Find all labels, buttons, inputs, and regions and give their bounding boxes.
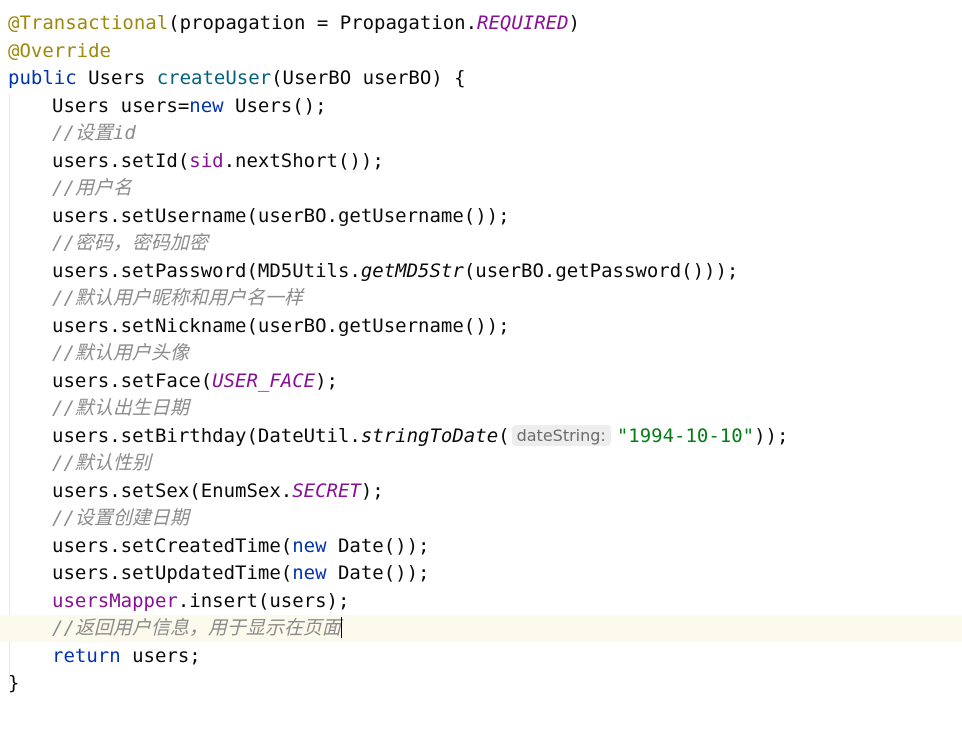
- text-caret: [340, 617, 343, 638]
- code-line-6: users.setId(sid.nextShort());: [0, 148, 962, 175]
- static-method-token: getMD5Str: [360, 259, 464, 282]
- comment-token: //用户名: [52, 177, 132, 199]
- static-method-token: stringToDate: [360, 424, 499, 447]
- code-line-16: users.setBirthday(DateUtil.stringToDate(…: [0, 423, 962, 450]
- code-text: users.setUsername(userBO.getUsername());: [52, 204, 510, 227]
- constant-token: USER_FACE: [212, 369, 316, 392]
- code-line-7: //用户名: [0, 175, 962, 202]
- code-text: );: [360, 479, 384, 502]
- current-line-highlight: //返回用户信息，用于显示在页面: [0, 615, 962, 643]
- code-text: users.setCreatedTime(: [52, 534, 293, 557]
- code-text: .nextShort());: [223, 149, 384, 172]
- code-line-5: //设置id: [0, 120, 962, 147]
- code-line-17: //默认性别: [0, 450, 962, 477]
- keyword-token: return: [52, 644, 121, 667]
- code-text: (UserBO userBO) {: [271, 67, 466, 89]
- method-name-token: createUser: [156, 67, 272, 89]
- keyword-token: new: [292, 562, 327, 584]
- code-line-10: users.setPassword(MD5Utils.getMD5Str(use…: [0, 258, 962, 285]
- closing-brace: }: [8, 672, 20, 694]
- code-line-25: }: [0, 670, 962, 697]
- annotation-token: @Transactional: [8, 12, 169, 34]
- code-text: (propagation = Propagation.: [168, 12, 478, 34]
- comment-token: //默认性别: [52, 452, 151, 474]
- comment-token: //返回用户信息，用于显示在页面: [52, 617, 341, 639]
- code-line-22: usersMapper.insert(users);: [0, 588, 962, 615]
- code-text: Users();: [223, 94, 327, 117]
- code-text: );: [315, 369, 338, 392]
- code-text: .insert(users);: [177, 589, 350, 612]
- code-text: users.setId(: [52, 149, 190, 172]
- code-line-19: //设置创建日期: [0, 505, 962, 532]
- parameter-hint: dateString:: [511, 424, 611, 446]
- field-token: sid: [189, 149, 224, 172]
- comment-token: //密码，密码加密: [52, 232, 208, 254]
- keyword-token: public: [8, 67, 77, 89]
- keyword-token: new: [189, 94, 224, 117]
- code-text: users.setSex(EnumSex.: [52, 479, 293, 502]
- code-line-13: //默认用户头像: [0, 340, 962, 367]
- comment-token: //设置创建日期: [52, 507, 189, 529]
- code-text: Date());: [326, 562, 430, 584]
- code-line-14: users.setFace(USER_FACE);: [0, 368, 962, 395]
- code-line-24: return users;: [0, 643, 962, 670]
- code-text: ): [568, 12, 580, 34]
- comment-token: //默认用户头像: [52, 342, 189, 364]
- comment-token: //默认用户昵称和用户名一样: [52, 287, 303, 309]
- code-text: (: [498, 424, 510, 447]
- code-editor[interactable]: @Transactional(propagation = Propagation…: [0, 0, 962, 699]
- comment-token: //默认出生日期: [52, 397, 189, 419]
- code-text: Date());: [326, 534, 430, 557]
- constant-token: REQUIRED: [477, 12, 569, 34]
- code-line-8: users.setUsername(userBO.getUsername());: [0, 203, 962, 230]
- code-line-20: users.setCreatedTime(new Date());: [0, 533, 962, 560]
- code-line-9: //密码，密码加密: [0, 230, 962, 257]
- code-text: ));: [754, 424, 789, 447]
- code-line-11: //默认用户昵称和用户名一样: [0, 285, 962, 312]
- keyword-token: new: [292, 534, 327, 557]
- code-text: users.setFace(: [52, 369, 213, 392]
- code-line-21: users.setUpdatedTime(new Date());: [0, 560, 962, 587]
- code-text: users.setPassword(MD5Utils.: [52, 259, 361, 282]
- code-line-15: //默认出生日期: [0, 395, 962, 422]
- code-line-18: users.setSex(EnumSex.SECRET);: [0, 478, 962, 505]
- code-text: users.setBirthday(DateUtil.: [52, 424, 361, 447]
- code-line-2: @Override: [0, 38, 962, 65]
- annotation-token: @Override: [8, 39, 111, 62]
- code-text: users.setNickname(userBO.getUsername());: [52, 314, 510, 337]
- comment-token: //设置id: [52, 122, 136, 144]
- string-token: "1994-10-10": [616, 424, 755, 447]
- code-text: Users users=: [52, 94, 190, 117]
- code-text: users;: [120, 644, 201, 667]
- field-token: usersMapper: [52, 589, 178, 612]
- code-line-1: @Transactional(propagation = Propagation…: [0, 10, 962, 37]
- code-line-12: users.setNickname(userBO.getUsername());: [0, 313, 962, 340]
- code-text: users.setUpdatedTime(: [52, 562, 293, 584]
- constant-token: SECRET: [292, 479, 361, 502]
- code-line-4: Users users=new Users();: [0, 93, 962, 120]
- code-text: Users: [76, 67, 157, 89]
- code-text: (userBO.getPassword()));: [463, 259, 739, 282]
- code-line-3: public Users createUser(UserBO userBO) {: [0, 65, 962, 92]
